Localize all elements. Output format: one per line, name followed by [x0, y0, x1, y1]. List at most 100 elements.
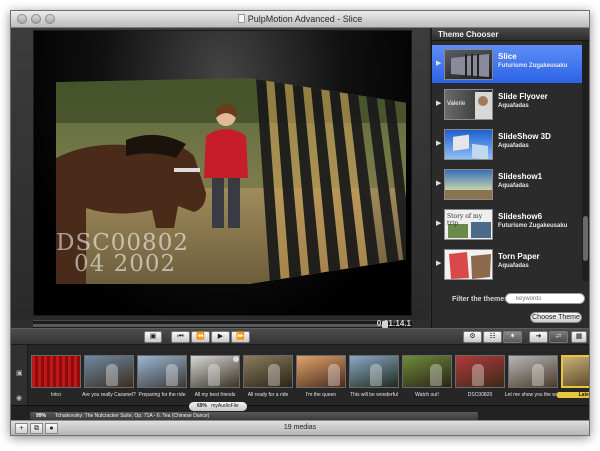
clip-thumbnail: [243, 355, 293, 388]
fullscreen-preview-button[interactable]: ▣: [144, 331, 162, 343]
clip-subject: [532, 364, 544, 386]
clip-thumbnail: [561, 355, 589, 388]
preview-stage: DSC00802 04 2002: [33, 30, 412, 316]
play-button[interactable]: ▶: [211, 331, 230, 343]
clip-subject: [328, 364, 340, 386]
export-icon: ➜: [535, 333, 542, 340]
theme-filter-row: Filter the themes: ⚲: [432, 293, 589, 307]
clip-item[interactable]: I'm the queen: [296, 355, 346, 399]
clip-subject: [370, 364, 382, 386]
screen-icon: ▣: [149, 333, 157, 340]
theme-name: Slice: [498, 52, 517, 61]
disclosure-triangle-icon[interactable]: ▶: [436, 259, 441, 267]
clip-label: This will be wonderful: [350, 392, 398, 398]
clip-thumbnail: [137, 355, 187, 388]
clip-thumbnail: [455, 355, 505, 388]
clip-item[interactable]: All my best friends: [190, 355, 240, 399]
theme-chooser-title: Theme Chooser: [432, 28, 589, 41]
clip-edit-badge-icon[interactable]: [233, 356, 239, 362]
app-window: PulpMotion Advanced - Slice DSC00802 04 …: [10, 10, 590, 436]
audio-volume-badge: 69%: [197, 403, 208, 409]
theme-list-scrollbar[interactable]: [582, 41, 589, 281]
clip-label: Are you really Caramel?: [82, 392, 136, 398]
clip-thumbnail: [402, 355, 452, 388]
clip-label: DSC00820: [467, 392, 493, 398]
theme-search-input[interactable]: [505, 293, 585, 304]
audio-file-badge[interactable]: 69% myAudioFile: [189, 402, 247, 411]
theme-name: Torn Paper: [498, 252, 540, 261]
theme-thumbnail: Story of my trip: [444, 209, 493, 240]
photo-caption: DSC00802 04 2002: [56, 232, 189, 277]
theme-item-torn-paper[interactable]: ▶ Torn Paper Aquafadas: [432, 245, 582, 281]
clip-thumbnail: [296, 355, 346, 388]
media-browser-button[interactable]: ▦: [571, 331, 587, 343]
timecode: 0:01:14.1: [376, 319, 411, 328]
theme-author: Aquafadas: [498, 183, 529, 189]
filmstrip: ▣ ◉ Intro Are you really Caramel? Preparin…: [11, 345, 589, 405]
theme-thumbnail: [444, 129, 493, 160]
theme-author: Futurismo Zugakeusaku: [498, 63, 568, 69]
export-button[interactable]: ➜: [529, 331, 548, 343]
theme-author: Aquafadas: [498, 143, 529, 149]
clip-item[interactable]: Preparing for the ride: [137, 355, 187, 399]
disclosure-triangle-icon[interactable]: ▶: [436, 179, 441, 187]
clip-item[interactable]: Let me show you the way: [505, 355, 561, 399]
rewind-button[interactable]: ⏪: [191, 331, 210, 343]
photo-track-icon[interactable]: ▣: [16, 369, 23, 377]
theme-thumbnail: Valerie: [444, 89, 493, 120]
caption-date: 04 2002: [74, 251, 177, 277]
audio-track-title: Tchaikovsky: The Nutcracker Suite, Op. 7…: [55, 413, 210, 419]
torn-paper-preview-art: [449, 252, 491, 279]
audio-clip[interactable]: 99% Tchaikovsky: The Nutcracker Suite, O…: [30, 412, 478, 420]
clip-label: Late g: [557, 392, 589, 398]
clip-item[interactable]: Are you really Caramel?: [82, 355, 136, 399]
theme-name: Slide Flyover: [498, 92, 548, 101]
choose-theme-button[interactable]: Choose Theme: [530, 312, 582, 323]
eye-icon[interactable]: ◉: [16, 394, 22, 402]
clip-label: I'm the queen: [305, 392, 337, 398]
slice-preview-art: [451, 54, 489, 77]
theme-item-slice[interactable]: ▶ Slice Futurismo Zugakeusaku: [432, 45, 582, 83]
clip-item[interactable]: Intro: [31, 355, 81, 399]
grid-icon: ▦: [575, 333, 583, 340]
disclosure-triangle-icon[interactable]: ▶: [436, 99, 441, 107]
clip-subject: [106, 364, 118, 386]
scrubber-progress: [33, 324, 386, 327]
settings-button[interactable]: ⚙: [463, 331, 482, 343]
theme-item-slide-flyover[interactable]: ▶ Valerie Slide Flyover Aquafadas: [432, 85, 582, 123]
theme-item-slideshow6[interactable]: ▶ Story of my trip Slideshow6 Futurismo …: [432, 205, 582, 243]
hierarchy-button[interactable]: ☷: [483, 331, 502, 343]
theme-list: ▶ Slice Futurismo Zugakeusaku ▶ Valerie …: [432, 41, 582, 281]
clip-thumbnail: [84, 355, 134, 388]
clip-item[interactable]: Late g: [557, 355, 589, 399]
thumbnail-caption: Valerie: [447, 101, 466, 107]
star-icon: ✶: [509, 333, 516, 340]
forward-button[interactable]: ⏩: [231, 331, 250, 343]
filmstrip-side-controls: ▣ ◉: [11, 345, 28, 405]
clip-thumbnail: [508, 355, 558, 388]
disclosure-triangle-icon[interactable]: ▶: [436, 59, 441, 67]
theme-thumbnail: [444, 49, 493, 80]
theme-item-slideshow-3d[interactable]: ▶ SlideShow 3D Aquafadas: [432, 125, 582, 163]
previous-button[interactable]: ⏮: [171, 331, 190, 343]
clip-label: All my best friends: [194, 392, 236, 398]
effects-button[interactable]: ✶: [503, 331, 522, 343]
clip-item[interactable]: All ready for a ride: [243, 355, 293, 399]
clip-item[interactable]: This will be wonderful: [349, 355, 399, 399]
main-toolbar: ▣ ⏮ ⏪ ▶ ⏩ ⚙ ☷ ✶ ➜ ⇄ ▦: [11, 328, 589, 345]
clip-label: Preparing for the ride: [138, 392, 186, 398]
disclosure-triangle-icon[interactable]: ▶: [436, 139, 441, 147]
scrollbar-thumb[interactable]: [583, 216, 588, 261]
disclosure-triangle-icon[interactable]: ▶: [436, 219, 441, 227]
theme-thumbnail: [444, 249, 493, 280]
theme-name: Slideshow1: [498, 172, 543, 181]
clip-label: Watch out!: [415, 392, 439, 398]
share-button[interactable]: ⇄: [549, 331, 568, 343]
title-bar: PulpMotion Advanced - Slice: [11, 11, 589, 28]
clip-item[interactable]: DSC00820: [455, 355, 505, 399]
audio-track: 69% myAudioFile 99% Tchaikovsky: The Nut…: [11, 402, 589, 420]
theme-item-slideshow1[interactable]: ▶ Slideshow1 Aquafadas: [432, 165, 582, 203]
theme-author: Aquafadas: [498, 263, 529, 269]
clip-item[interactable]: Watch out!: [402, 355, 452, 399]
thumbnail-caption: Story of my trip: [447, 213, 483, 227]
